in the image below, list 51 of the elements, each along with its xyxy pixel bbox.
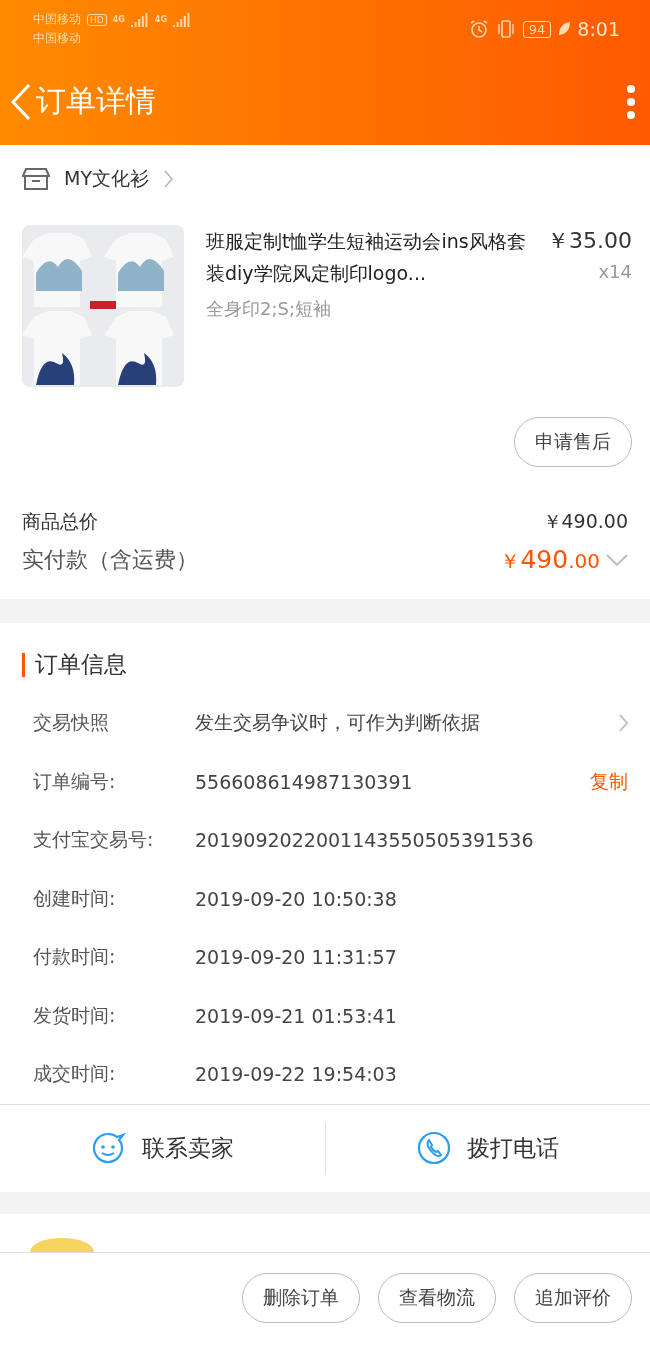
alarm-icon [468, 19, 489, 39]
network-type: 4G [112, 15, 125, 24]
carrier-name: 中国移动 [33, 11, 81, 28]
leaf-icon [557, 21, 572, 37]
battery-level: 94 [522, 20, 552, 38]
more-menu-button[interactable] [626, 84, 636, 119]
info-label: 付款时间: [33, 944, 117, 970]
info-value: 556608614987130391 [195, 770, 414, 793]
info-label: 交易快照 [33, 710, 110, 736]
info-value: 2019-09-21 01:53:41 [195, 1004, 398, 1027]
phone-icon [416, 1131, 451, 1165]
after-sale-button[interactable]: 申请售后 [514, 417, 632, 467]
contact-seller-button[interactable]: 联系卖家 [0, 1104, 325, 1192]
back-button[interactable] [10, 81, 32, 122]
chevron-right-icon [163, 169, 173, 189]
order-action-button[interactable]: 查看物流 [378, 1272, 496, 1323]
call-button[interactable]: 拨打电话 [325, 1104, 650, 1192]
product-price: ￥35.00 [547, 227, 632, 255]
order-action-button[interactable]: 追加评价 [514, 1272, 632, 1323]
clock-time: 8:01 [577, 18, 620, 40]
info-label: 创建时间: [33, 885, 117, 911]
order-action-button[interactable]: 删除订单 [242, 1272, 360, 1323]
paid-amount-value: ￥490.00 [500, 545, 600, 575]
product-quantity: x14 [598, 260, 632, 284]
paid-amount-label: 实付款（含运费） [22, 546, 198, 574]
signal-icon [173, 12, 191, 27]
page-title: 订单详情 [36, 82, 157, 120]
info-value: 2019-09-22 19:54:03 [195, 1063, 398, 1086]
info-value: 2019-09-20 11:31:57 [195, 946, 398, 969]
info-label: 发货时间: [33, 1002, 117, 1028]
signal-icon [130, 12, 149, 27]
section-title: 订单信息 [35, 650, 127, 679]
info-label: 订单编号: [33, 768, 117, 794]
chevron-down-icon[interactable] [606, 554, 628, 566]
avatar-icon [30, 1237, 94, 1252]
store-icon [22, 167, 50, 191]
info-value: 2019-09-20 10:50:38 [195, 887, 398, 910]
info-label: 成交时间: [33, 1061, 117, 1087]
info-value[interactable]: 发生交易争议时，可作为判断依据 [195, 710, 618, 737]
network-type: 4G [154, 15, 167, 24]
carrier-name: 中国移动 [33, 30, 82, 47]
hd-badge: HD [87, 13, 107, 26]
chevron-right-icon [618, 713, 628, 734]
info-label: 支付宝交易号: [33, 827, 155, 853]
product-title[interactable]: 班服定制t恤学生短袖运动会ins风格套装diy学院风定制印logo... [206, 225, 533, 289]
goods-total-value: ￥490.00 [542, 509, 628, 534]
chat-icon [90, 1131, 127, 1165]
goods-total-label: 商品总价 [22, 509, 98, 534]
shop-name[interactable]: MY文化衫 [64, 166, 149, 192]
product-variant: 全身印2;S;短袖 [206, 297, 332, 321]
info-value: 2019092022001143550505391536 [195, 829, 535, 852]
